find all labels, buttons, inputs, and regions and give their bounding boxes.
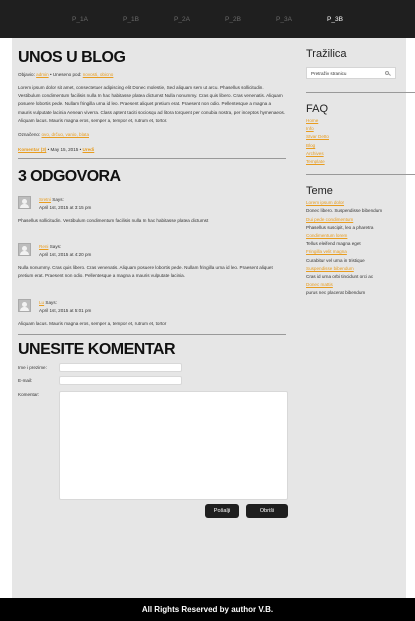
search-input[interactable]: Pretraživ stranicu [306, 67, 396, 79]
comment-date: April 1st, 2015 at 5:01 pm [39, 307, 92, 313]
tag-links[interactable]: ovo, drčuo, vanio, blata [42, 132, 90, 137]
post-title: UNOS U BLOG [18, 49, 126, 66]
comment-date: April 1st, 2015 at 3:15 pm [39, 205, 92, 211]
nav-item-p2a[interactable]: P_2A [174, 16, 225, 23]
post-tags: Označeno: ovo, drčuo, vanio, blata [18, 132, 292, 137]
content-page: UNOS U BLOG Objavio: admin • Uneseno pod… [12, 38, 415, 598]
comment-form-heading: UNESITE KOMENTAR [18, 340, 176, 358]
faq-link-info[interactable]: Info [306, 125, 415, 133]
comments-count-link[interactable]: Komentar (3) [18, 147, 46, 152]
faq-list: Home Info Stvar Detto Blog Archives Temp… [306, 117, 415, 166]
teme-desc: purus nec placerat bibendum [306, 290, 366, 296]
submit-button[interactable]: Pošalji [205, 503, 239, 518]
meta-middle: • Uneseno pod: [49, 72, 82, 77]
teme-desc: Tellus eleifend magna eget [306, 241, 361, 247]
comment-row: Komentar: [18, 389, 292, 500]
teme-list: Lorem ipsum dolor Donec libero. Suspendi… [306, 199, 415, 297]
form-buttons: Pošalji Obriši [18, 503, 288, 518]
name-label: Ime i prezime: [18, 364, 47, 370]
divider [306, 174, 415, 176]
comment-says: Says: [45, 299, 57, 305]
faq-link-stvar[interactable]: Stvar Detto [306, 133, 415, 141]
teme-desc: Phasellus suscipit, leo a pharetra [306, 224, 374, 230]
comment-text: Nulla nonummy. Cras quis libero. Cras ve… [18, 265, 273, 279]
page-root: P_1A P_1B P_2A P_2B P_3A P_3B UNOS U BLO… [0, 0, 415, 621]
nav-item-p2b[interactable]: P_2B [225, 16, 276, 23]
email-label: E-mail: [18, 377, 33, 383]
name-row: Ime i prezime: [18, 362, 292, 372]
search-title: Tražilica [306, 48, 347, 60]
comment-text: Aliquam lacus. Mauris magna eros, semper… [18, 320, 167, 326]
teme-desc: Donec libero. Suspendisse bibendum [306, 208, 383, 214]
divider [306, 92, 415, 93]
tags-label: Označeno: [18, 132, 41, 138]
faq-title: FAQ [306, 103, 329, 115]
search-icon[interactable] [385, 71, 389, 75]
faq-link-home[interactable]: Home [306, 117, 415, 125]
avatar [18, 196, 31, 210]
faq-link-blog[interactable]: Blog [306, 142, 415, 150]
email-input[interactable] [59, 375, 182, 385]
nav-item-p1a[interactable]: P_1A [72, 16, 123, 23]
comment-item: Reni Says: April 1st, 2015 at 4:20 pm Nu… [18, 243, 292, 280]
comment-item: Lu Says: April 1st, 2015 at 5:01 pm Aliq… [18, 298, 292, 328]
comment-textarea[interactable] [59, 390, 288, 500]
reset-button[interactable]: Obriši [246, 503, 288, 518]
category-links[interactable]: novosti, obicno [83, 72, 114, 77]
teme-desc: Curabitur vel urna in tristique [306, 257, 365, 263]
comment-says: Says: [52, 197, 64, 203]
faq-link-archives[interactable]: Archives [306, 150, 415, 158]
nav-item-p1b[interactable]: P_1B [123, 16, 174, 23]
post-date: • May 15, 2015 • [47, 147, 82, 153]
name-input[interactable] [59, 362, 182, 372]
comment-date: April 1st, 2015 at 4:20 pm [39, 252, 92, 258]
top-navigation: P_1A P_1B P_2A P_2B P_3A P_3B [0, 0, 415, 38]
comment-header: Lu Says: April 1st, 2015 at 5:01 pm [18, 298, 292, 315]
avatar [18, 298, 31, 312]
edit-link[interactable]: Uredi [83, 147, 95, 152]
teme-link[interactable]: Suspendisse bibendum [306, 265, 415, 273]
comment-author-link[interactable]: Lu [39, 300, 44, 305]
comment-label: Komentar: [18, 391, 40, 397]
comment-author-link[interactable]: Reni [39, 244, 48, 249]
search-placeholder: Pretraživ stranicu [311, 70, 347, 76]
faq-link-template[interactable]: Template [306, 158, 415, 166]
footer-text: All Rights Reserved by author V.B. [141, 605, 274, 614]
teme-link[interactable]: Fringilla velit magna [306, 248, 415, 256]
site-footer: All Rights Reserved by author V.B. [0, 598, 415, 621]
teme-link[interactable]: Dui pede condimentum [306, 216, 415, 224]
comment-item: Sretni Says: April 1st, 2015 at 3:15 pm … [18, 196, 292, 225]
teme-link[interactable]: Lorem ipsum dolor [306, 199, 415, 207]
comment-meta: Lu Says: April 1st, 2015 at 5:01 pm [39, 299, 91, 315]
post-body: Lorem ipsum dolor sit amet, consectetuer… [18, 85, 286, 123]
divider [18, 158, 286, 160]
nav-item-p3a[interactable]: P_3A [276, 16, 327, 23]
comment-meta: Reni Says: April 1st, 2015 at 4:20 pm [39, 243, 91, 259]
nav-item-p3b[interactable]: P_3B [327, 16, 378, 23]
comment-says: Says: [49, 244, 62, 250]
author-link[interactable]: admin [36, 72, 49, 77]
comment-author-link[interactable]: Sretni [39, 197, 51, 202]
teme-title: Teme [306, 185, 333, 198]
teme-desc: Cras id urna orbi tincidunt orci ac [306, 274, 374, 280]
teme-link[interactable]: Donec mattis [306, 281, 415, 289]
comment-meta: Sretni Says: April 1st, 2015 at 3:15 pm [39, 196, 91, 212]
meta-prefix: Objavio: [18, 72, 35, 77]
divider [18, 333, 286, 335]
teme-link[interactable]: Condimentum lorem [306, 232, 415, 240]
main-column: UNOS U BLOG Objavio: admin • Uneseno pod… [18, 38, 292, 518]
avatar [18, 243, 31, 257]
post-footer-meta: Komentar (3) • May 15, 2015 • Uredi [18, 147, 292, 152]
comment-header: Reni Says: April 1st, 2015 at 4:20 pm [18, 243, 292, 259]
sidebar: Tražilica Pretraživ stranicu FAQ Home In… [306, 38, 415, 298]
comments-heading: 3 ODGOVORA [18, 168, 121, 186]
email-row: E-mail: [18, 375, 292, 385]
comment-header: Sretni Says: April 1st, 2015 at 3:15 pm [18, 196, 292, 212]
post-meta: Objavio: admin • Uneseno pod: novosti, o… [18, 72, 292, 77]
comment-text: Phasellus sollicitudin. Vestibulum condi… [18, 218, 209, 224]
